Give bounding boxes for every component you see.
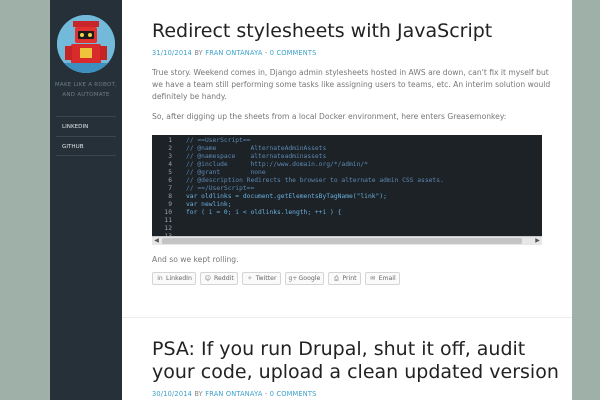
code-line: // @name AlternateAdminAssets [186, 145, 327, 152]
post-author-link[interactable]: FRAN ONTANAYA [205, 390, 262, 398]
post-by: BY [194, 49, 203, 57]
print-icon: ⎙ [333, 275, 339, 282]
code-line-number: 8 [168, 193, 172, 200]
code-line-number: 11 [164, 217, 172, 224]
code-line-number: 6 [168, 177, 172, 184]
social-nav: LINKEDIN GITHUB [56, 116, 116, 156]
code-line: for ( i = 0; i < oldlinks.length; ++i ) … [186, 209, 342, 216]
post-by: BY [194, 390, 203, 398]
meta-separator: - [264, 49, 268, 57]
scroll-left-icon[interactable]: ◀ [152, 237, 161, 245]
meta-separator: - [264, 390, 268, 398]
code-line: var newlink; [186, 201, 232, 208]
google-plus-icon: g+ [288, 275, 298, 282]
code-line: // @namespace alternateadminassets [186, 153, 327, 160]
code-line-number: 1 [168, 137, 172, 144]
share-label: Print [342, 275, 357, 282]
sidebar-link-linkedin[interactable]: LINKEDIN [56, 116, 116, 136]
post-title-link[interactable]: PSA: If you run Drupal, shut it off, aud… [152, 338, 559, 383]
share-email-button[interactable]: ✉ Email [364, 272, 400, 285]
post-title-link[interactable]: Redirect stylesheets with JavaScript [152, 20, 492, 42]
code-line-numbers: 12345678910111213 [152, 135, 178, 240]
post-redirect-stylesheets: Redirect stylesheets with JavaScript 31/… [152, 20, 562, 123]
code-line-number: 7 [168, 185, 172, 192]
post-drupal-psa: PSA: If you run Drupal, shut it off, aud… [152, 338, 562, 398]
share-label: Email [378, 275, 396, 282]
code-line-number: 12 [164, 225, 172, 232]
post-paragraph-2: So, after digging up the sheets from a l… [152, 112, 507, 121]
post-date-link[interactable]: 30/10/2014 [152, 390, 192, 398]
code-line-number: 9 [168, 201, 172, 208]
tagline-line-1: MAKE LIKE A ROBOT, [54, 82, 118, 88]
post-comments-link[interactable]: 0 COMMENTS [270, 390, 317, 398]
reddit-icon: ☺ [204, 275, 212, 282]
share-label: LinkedIn [166, 275, 192, 282]
post-title[interactable]: PSA: If you run Drupal, shut it off, aud… [152, 338, 562, 384]
code-line-number: 4 [168, 161, 172, 168]
share-twitter-button[interactable]: ✧ Twitter [241, 272, 281, 285]
code-block: 12345678910111213 // ==UserScript==// @n… [152, 135, 542, 245]
share-label: Google [298, 275, 321, 282]
post-date-link[interactable]: 31/10/2014 [152, 49, 192, 57]
share-google-button[interactable]: g+ Google [284, 272, 325, 285]
code-line: // ==/UserScript== [186, 185, 255, 192]
share-print-button[interactable]: ⎙ Print [328, 272, 361, 285]
scroll-right-icon[interactable]: ▶ [533, 237, 542, 245]
robot-avatar[interactable] [57, 15, 115, 73]
post-meta: 30/10/2014 BY FRAN ONTANAYA - 0 COMMENTS [152, 390, 562, 398]
code-line: // ==UserScript== [186, 137, 251, 144]
post-title[interactable]: Redirect stylesheets with JavaScript [152, 20, 562, 43]
post-meta: 31/10/2014 BY FRAN ONTANAYA - 0 COMMENTS [152, 49, 562, 57]
post-paragraph-1: True story. Weekend comes in, Django adm… [152, 68, 551, 101]
code-lines: // ==UserScript==// @name AlternateAdmin… [186, 137, 542, 217]
site-tagline: MAKE LIKE A ROBOT, AND AUTOMATE [50, 80, 122, 100]
code-line-number: 2 [168, 145, 172, 152]
scroll-thumb[interactable] [162, 238, 522, 244]
sidebar-link-github[interactable]: GITHUB [56, 136, 116, 156]
linkedin-icon: in [157, 275, 163, 282]
share-reddit-button[interactable]: ☺ Reddit [199, 272, 238, 285]
share-label: Twitter [255, 275, 277, 282]
post-comments-link[interactable]: 0 COMMENTS [270, 49, 317, 57]
code-line: // @description Redirects the browser to… [186, 177, 444, 184]
post-divider [122, 317, 572, 318]
code-line: // @include http://www.domain.org/*/admi… [186, 161, 368, 168]
code-line-number: 3 [168, 153, 172, 160]
tagline-line-2: AND AUTOMATE [62, 92, 110, 98]
email-icon: ✉ [370, 275, 376, 282]
code-line: // @grant none [186, 169, 266, 176]
share-buttons: in LinkedIn ☺ Reddit ✧ Twitter g+ Google ⎙ Pr… [152, 272, 400, 285]
share-linkedin-button[interactable]: in LinkedIn [152, 272, 196, 285]
post-paragraph-3: And so we kept rolling. [152, 255, 239, 264]
code-line-number: 5 [168, 169, 172, 176]
sidebar: MAKE LIKE A ROBOT, AND AUTOMATE LINKEDIN… [50, 0, 122, 400]
twitter-icon: ✧ [247, 275, 253, 282]
code-line-number: 10 [164, 209, 172, 216]
code-horizontal-scrollbar[interactable]: ◀ ▶ [152, 236, 542, 245]
post-list: Redirect stylesheets with JavaScript 31/… [122, 0, 572, 400]
post-author-link[interactable]: FRAN ONTANAYA [205, 49, 262, 57]
share-label: Reddit [213, 275, 234, 282]
code-line: var oldlinks = document.getElementsByTag… [186, 193, 387, 200]
